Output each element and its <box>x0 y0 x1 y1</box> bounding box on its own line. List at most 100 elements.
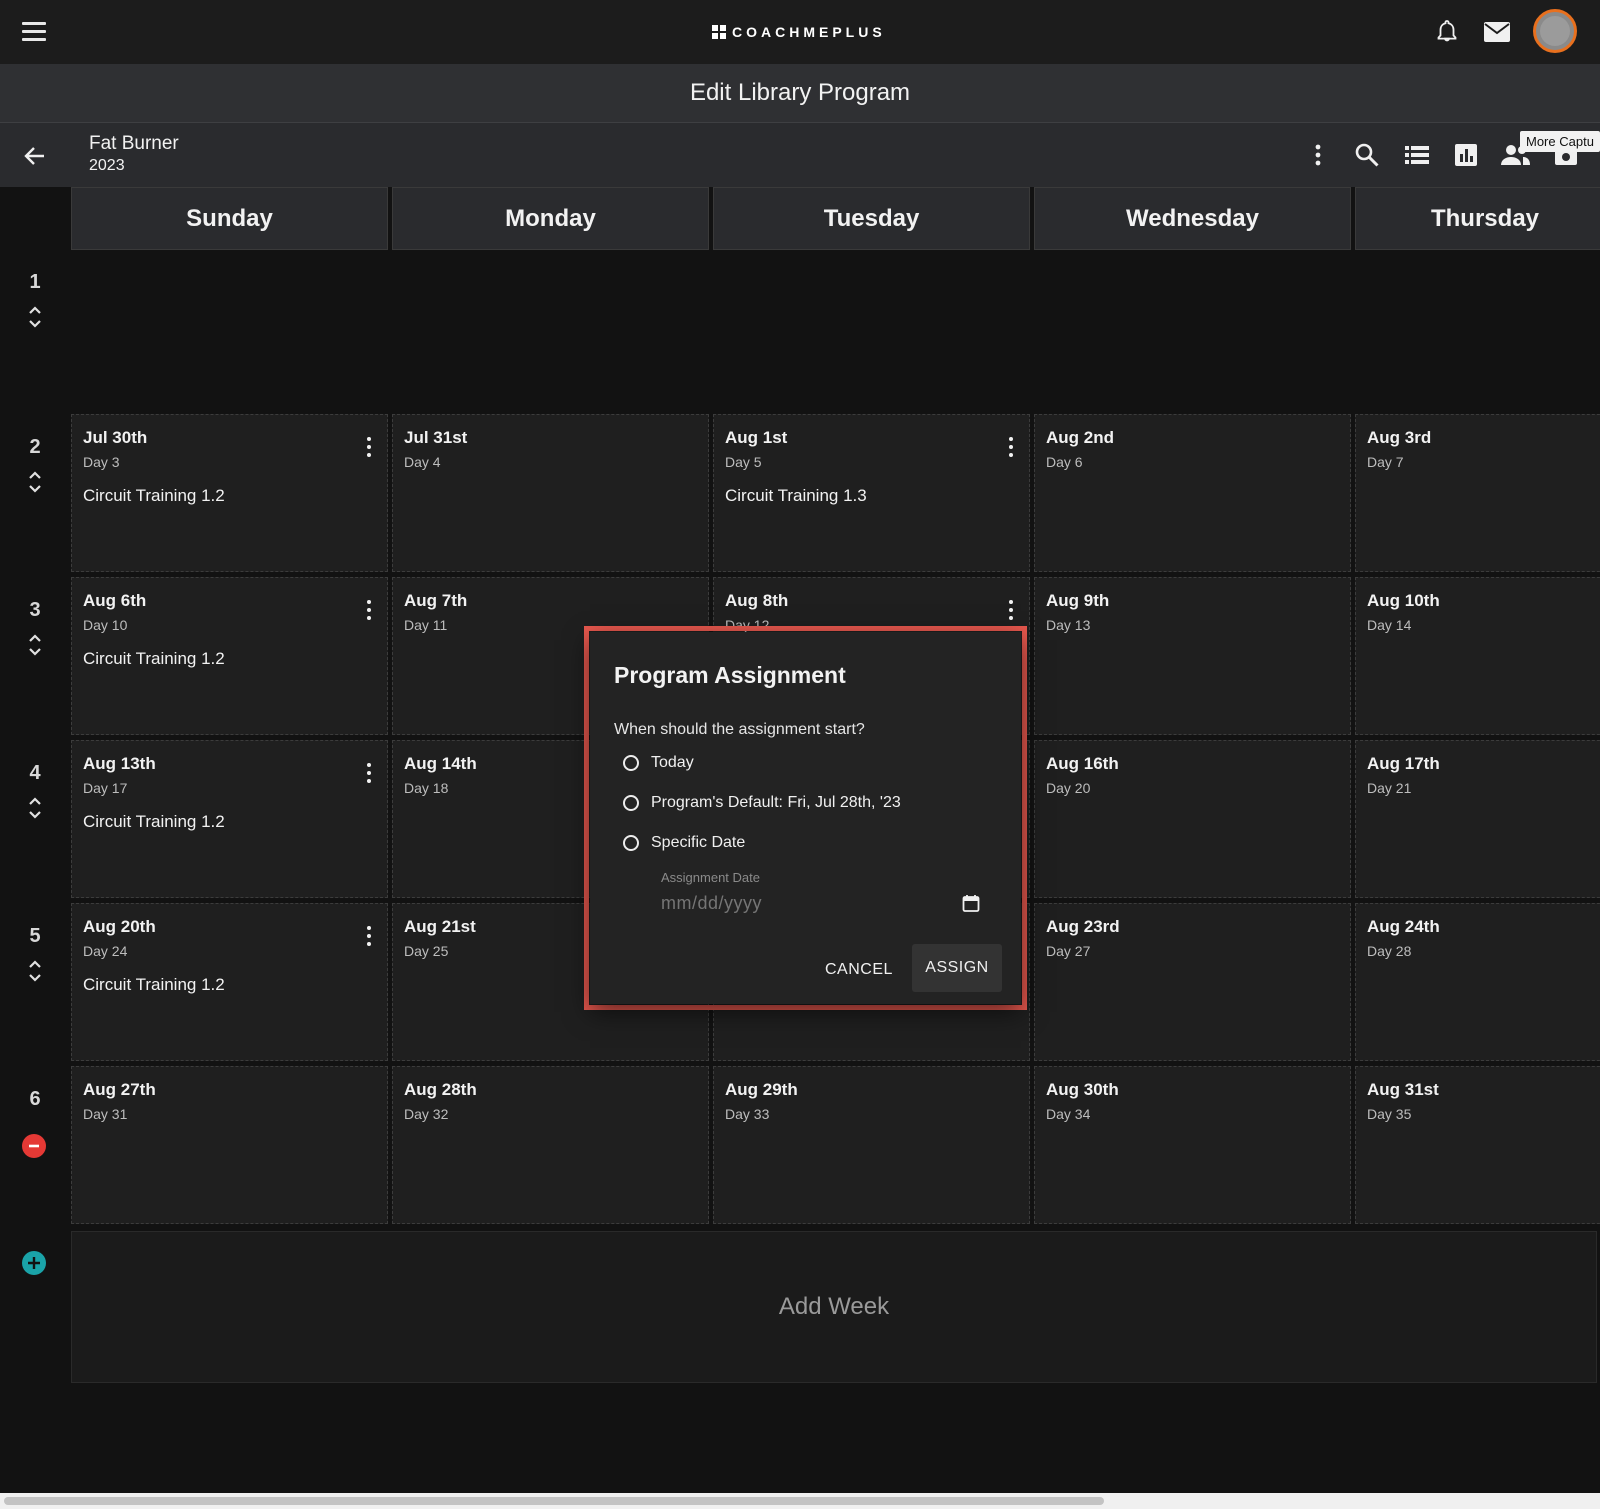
more-vert-icon[interactable] <box>1303 140 1333 170</box>
cell-date: Aug 16th <box>1046 754 1119 773</box>
cell-date: Aug 28th <box>404 1080 477 1099</box>
radio-option-program-default[interactable]: Program's Default: Fri, Jul 28th, '23 <box>623 791 901 815</box>
add-week-button[interactable]: Add Week <box>71 1231 1597 1383</box>
day-header-thursday: Thursday <box>1355 187 1600 250</box>
horizontal-scrollbar[interactable] <box>0 1493 1600 1509</box>
cell-date: Aug 29th <box>725 1080 798 1099</box>
reorder-week-icon[interactable] <box>22 631 48 659</box>
cell-date: Jul 30th <box>83 428 148 447</box>
day-cell[interactable]: Aug 29th Day 33 <box>713 1066 1030 1224</box>
add-week-icon[interactable] <box>22 1251 46 1275</box>
cell-date: Aug 9th <box>1046 591 1110 610</box>
reorder-week-icon[interactable] <box>22 957 48 985</box>
workout-name[interactable]: Circuit Training 1.2 <box>83 486 225 506</box>
app-logo: COACHMEPLUS <box>712 22 886 42</box>
radio-label: Today <box>651 754 694 771</box>
week-number: 1 <box>29 271 41 293</box>
week-number: 6 <box>29 1088 41 1110</box>
cell-more-vert-icon[interactable] <box>1007 437 1015 461</box>
week-number: 3 <box>29 599 41 621</box>
chart-icon[interactable] <box>1451 140 1481 170</box>
day-cell[interactable]: Jul 30th Day 3 Circuit Training 1.2 <box>71 414 388 572</box>
scrollbar-thumb[interactable] <box>4 1497 1104 1505</box>
day-cell[interactable]: Aug 13th Day 17 Circuit Training 1.2 <box>71 740 388 898</box>
radio-option-today[interactable]: Today <box>623 751 694 775</box>
cell-date: Jul 31st <box>404 428 468 447</box>
cell-day-number: Day 34 <box>1046 1106 1091 1122</box>
day-cell[interactable]: Aug 6th Day 10 Circuit Training 1.2 <box>71 577 388 735</box>
radio-button[interactable] <box>623 755 639 771</box>
user-avatar[interactable] <box>1533 9 1577 53</box>
more-capture-tooltip: More Captu <box>1520 131 1600 152</box>
back-arrow-icon[interactable] <box>20 141 50 171</box>
day-cell[interactable]: Aug 27th Day 31 <box>71 1066 388 1224</box>
cell-more-vert-icon[interactable] <box>1007 600 1015 624</box>
cell-date: Aug 23rd <box>1046 917 1120 936</box>
hamburger-menu-icon[interactable] <box>22 22 46 42</box>
day-cell[interactable]: Aug 2nd Day 6 <box>1034 414 1351 572</box>
cell-date: Aug 30th <box>1046 1080 1119 1099</box>
cell-date: Aug 3rd <box>1367 428 1432 447</box>
cell-date: Aug 13th <box>83 754 156 773</box>
week-number: 2 <box>29 436 41 458</box>
radio-label: Specific Date <box>651 834 746 851</box>
cell-date: Aug 2nd <box>1046 428 1114 447</box>
cell-more-vert-icon[interactable] <box>365 600 373 624</box>
cell-day-number: Day 3 <box>83 454 120 470</box>
reorder-week-icon[interactable] <box>22 468 48 496</box>
cell-day-number: Day 35 <box>1367 1106 1412 1122</box>
day-cell[interactable]: Aug 16th Day 20 <box>1034 740 1351 898</box>
day-header-sunday: Sunday <box>71 187 388 250</box>
cell-date: Aug 27th <box>83 1080 156 1099</box>
cell-day-number: Day 27 <box>1046 943 1091 959</box>
day-cell[interactable]: Aug 3rd Day 7 <box>1355 414 1600 572</box>
day-cell[interactable]: Aug 23rd Day 27 <box>1034 903 1351 1061</box>
calendar-icon[interactable] <box>962 894 980 912</box>
cancel-button[interactable]: CANCEL <box>811 948 907 992</box>
reorder-week-icon[interactable] <box>22 794 48 822</box>
cell-day-number: Day 13 <box>1046 617 1091 633</box>
dialog-question: When should the assignment start? <box>614 721 865 738</box>
bell-icon[interactable] <box>1431 16 1463 48</box>
mail-icon[interactable] <box>1481 16 1513 48</box>
remove-week-icon[interactable] <box>22 1134 46 1158</box>
cell-more-vert-icon[interactable] <box>365 437 373 461</box>
program-name: Fat Burner <box>89 133 179 154</box>
day-cell[interactable]: Aug 31st Day 35 <box>1355 1066 1600 1224</box>
day-cell[interactable]: Jul 31st Day 4 <box>392 414 709 572</box>
day-cell[interactable]: Aug 9th Day 13 <box>1034 577 1351 735</box>
cell-more-vert-icon[interactable] <box>365 926 373 950</box>
day-cell[interactable]: Aug 20th Day 24 Circuit Training 1.2 <box>71 903 388 1061</box>
radio-button[interactable] <box>623 795 639 811</box>
reorder-week-icon[interactable] <box>22 303 48 331</box>
week-number: 5 <box>29 925 41 947</box>
cell-date: Aug 20th <box>83 917 156 936</box>
assignment-date-input[interactable] <box>661 888 991 918</box>
assign-button[interactable]: ASSIGN <box>912 944 1002 992</box>
radio-option-specific-date[interactable]: Specific Date <box>623 831 745 855</box>
cell-date: Aug 17th <box>1367 754 1440 773</box>
day-cell[interactable]: Aug 17th Day 21 <box>1355 740 1600 898</box>
workout-name[interactable]: Circuit Training 1.2 <box>83 975 225 995</box>
cell-day-number: Day 20 <box>1046 780 1091 796</box>
program-year: 2023 <box>89 157 125 174</box>
day-cell[interactable]: Aug 28th Day 32 <box>392 1066 709 1224</box>
workout-name[interactable]: Circuit Training 1.2 <box>83 649 225 669</box>
radio-button[interactable] <box>623 835 639 851</box>
day-cell[interactable]: Aug 1st Day 5 Circuit Training 1.3 <box>713 414 1030 572</box>
day-cell[interactable]: Aug 30th Day 34 <box>1034 1066 1351 1224</box>
week-number: 4 <box>29 762 41 784</box>
cell-day-number: Day 7 <box>1367 454 1404 470</box>
day-cell[interactable]: Aug 24th Day 28 <box>1355 903 1600 1061</box>
day-header-wednesday: Wednesday <box>1034 187 1351 250</box>
cell-day-number: Day 32 <box>404 1106 449 1122</box>
cell-more-vert-icon[interactable] <box>365 763 373 787</box>
list-view-icon[interactable] <box>1402 140 1432 170</box>
workout-name[interactable]: Circuit Training 1.3 <box>725 486 867 506</box>
cell-day-number: Day 6 <box>1046 454 1083 470</box>
cell-date: Aug 21st <box>404 917 476 936</box>
workout-name[interactable]: Circuit Training 1.2 <box>83 812 225 832</box>
search-icon[interactable] <box>1352 140 1382 170</box>
day-cell[interactable]: Aug 10th Day 14 <box>1355 577 1600 735</box>
cell-date: Aug 31st <box>1367 1080 1439 1099</box>
